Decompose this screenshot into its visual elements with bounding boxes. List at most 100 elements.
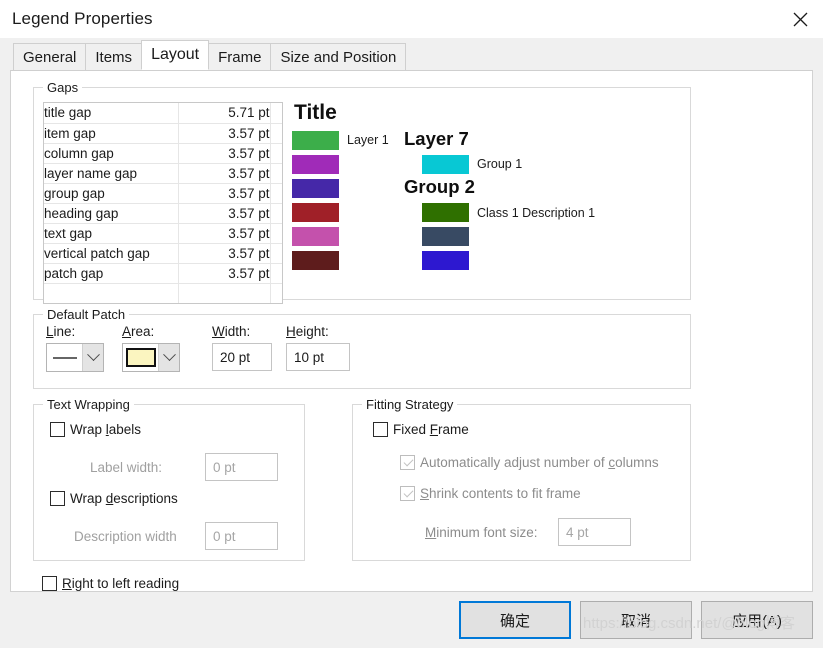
preview-right-column: Layer 7 Group 1 Group 2 Class 1 Descript… — [404, 128, 595, 273]
table-row[interactable]: vertical patch gap 3.57 pt — [44, 243, 282, 264]
table-row[interactable] — [44, 283, 282, 303]
gap-name — [44, 283, 179, 303]
table-row[interactable]: layer name gap 3.57 pt — [44, 163, 282, 184]
fitting-strategy-group: Fitting Strategy Fixed Frame Automatical… — [352, 397, 691, 561]
auto-adjust-columns-checkbox: Automatically adjust number of columns — [400, 455, 659, 470]
preview-item-label: Class 1 Description 1 — [477, 205, 596, 220]
default-patch-group-title: Default Patch — [43, 307, 130, 322]
preview-item: Class 1 Description 1 — [422, 201, 595, 225]
preview-layer-heading: Layer 7 — [404, 128, 469, 149]
gap-value[interactable]: 3.57 pt — [178, 203, 271, 224]
layout-tab-panel: Gaps title gap 5.71 pt item gap 3.57 pt co… — [10, 70, 813, 592]
gap-spacer — [270, 203, 282, 224]
preview-title: Title — [294, 101, 337, 124]
patch-height-input[interactable]: 10 pt — [286, 343, 350, 371]
apply-button[interactable]: 应用(A) — [701, 601, 813, 639]
tab-frame[interactable]: Frame — [208, 43, 272, 70]
gap-value[interactable]: 5.71 pt — [178, 103, 271, 124]
preview-patch — [292, 130, 339, 150]
shrink-contents-label: Shrink contents to fit frame — [420, 486, 581, 501]
gap-value[interactable]: 3.57 pt — [178, 243, 271, 264]
fitting-strategy-group-title: Fitting Strategy — [362, 397, 458, 412]
cancel-button[interactable]: 取消 — [580, 601, 692, 639]
preview-item — [292, 248, 404, 272]
patch-width-input[interactable]: 20 pt — [212, 343, 272, 371]
gap-name: item gap — [44, 123, 179, 144]
preview-item-label: Layer 1 — [347, 133, 389, 147]
wrap-labels-label: Wrap labels — [70, 422, 142, 437]
preview-item — [292, 152, 404, 176]
area-fill-preview — [123, 344, 158, 371]
gap-value[interactable]: 3.57 pt — [178, 223, 271, 244]
ok-button[interactable]: 确定 — [459, 601, 571, 639]
checkbox-box[interactable] — [42, 576, 57, 591]
tab-items[interactable]: Items — [85, 43, 143, 70]
checkbox-box[interactable] — [373, 422, 388, 437]
wrap-labels-checkbox[interactable]: Wrap labels — [50, 422, 141, 437]
default-patch-group: Default Patch Line: Area: Width: 20 pt H… — [33, 307, 691, 389]
preview-patch — [292, 226, 339, 246]
table-row[interactable]: heading gap 3.57 pt — [44, 203, 282, 224]
line-style-dropdown[interactable] — [46, 343, 104, 372]
preview-item — [292, 224, 404, 248]
label-width-label: Label width: — [90, 459, 163, 475]
table-row[interactable]: column gap 3.57 pt — [44, 143, 282, 164]
gaps-group: Gaps title gap 5.71 pt item gap 3.57 pt co… — [33, 80, 691, 304]
width-label: Width: — [212, 324, 251, 339]
shrink-contents-checkbox: Shrink contents to fit frame — [400, 486, 581, 501]
fixed-frame-label: Fixed Frame — [393, 422, 469, 437]
gaps-table-body: title gap 5.71 pt item gap 3.57 pt column … — [44, 103, 282, 303]
label-width-field: Label width: 0 pt — [90, 453, 278, 481]
preview-patch — [292, 178, 339, 198]
gap-spacer — [270, 283, 282, 303]
table-row[interactable]: title gap 5.71 pt — [44, 103, 282, 124]
table-row[interactable]: item gap 3.57 pt — [44, 123, 282, 144]
gap-name: text gap — [44, 223, 179, 244]
minimum-font-size-input: 4 pt — [558, 518, 631, 546]
preview-patch — [292, 202, 339, 222]
line-field: Line: — [46, 324, 104, 372]
table-row[interactable]: group gap 3.57 pt — [44, 183, 282, 204]
checkbox-box[interactable] — [50, 422, 65, 437]
line-style-preview — [47, 344, 82, 371]
label-width-input: 0 pt — [205, 453, 278, 481]
area-fill-dropdown[interactable] — [122, 343, 180, 372]
preview-patch — [292, 154, 339, 174]
gap-value[interactable]: 3.57 pt — [178, 163, 271, 184]
gaps-table[interactable]: title gap 5.71 pt item gap 3.57 pt column … — [43, 102, 283, 304]
table-row[interactable]: patch gap 3.57 pt — [44, 263, 282, 284]
gap-name: title gap — [44, 103, 179, 124]
preview-patch — [422, 227, 469, 247]
chevron-down-icon[interactable] — [82, 344, 103, 371]
gap-value[interactable] — [178, 283, 271, 303]
gap-name: heading gap — [44, 203, 179, 224]
right-to-left-reading-checkbox[interactable]: Right to left reading — [42, 576, 179, 591]
close-icon[interactable] — [777, 0, 823, 38]
gap-value[interactable]: 3.57 pt — [178, 263, 271, 284]
preview-item — [292, 200, 404, 224]
gap-name: patch gap — [44, 263, 179, 284]
gap-name: group gap — [44, 183, 179, 204]
checkbox-box — [400, 486, 415, 501]
wrap-descriptions-checkbox[interactable]: Wrap descriptions — [50, 491, 178, 506]
description-width-label: Description width — [74, 528, 177, 544]
gap-spacer — [270, 223, 282, 244]
table-row[interactable]: text gap 3.57 pt — [44, 223, 282, 244]
gap-spacer — [270, 103, 282, 124]
gap-value[interactable]: 3.57 pt — [178, 123, 271, 144]
gaps-group-title: Gaps — [43, 80, 83, 95]
tab-size-and-position[interactable]: Size and Position — [270, 43, 407, 70]
tab-bar: General Items Layout Frame Size and Posi… — [0, 38, 823, 70]
tab-layout[interactable]: Layout — [141, 40, 210, 70]
gap-value[interactable]: 3.57 pt — [178, 183, 271, 204]
chevron-down-icon[interactable] — [158, 344, 179, 371]
gap-name: layer name gap — [44, 163, 179, 184]
preview-patch — [422, 251, 469, 271]
tab-general[interactable]: General — [13, 43, 87, 70]
line-label: Line: — [46, 324, 76, 339]
fixed-frame-checkbox[interactable]: Fixed Frame — [373, 422, 469, 437]
minimum-font-size-label: Minimum font size: — [425, 524, 538, 540]
checkbox-box — [400, 455, 415, 470]
checkbox-box[interactable] — [50, 491, 65, 506]
gap-value[interactable]: 3.57 pt — [178, 143, 271, 164]
